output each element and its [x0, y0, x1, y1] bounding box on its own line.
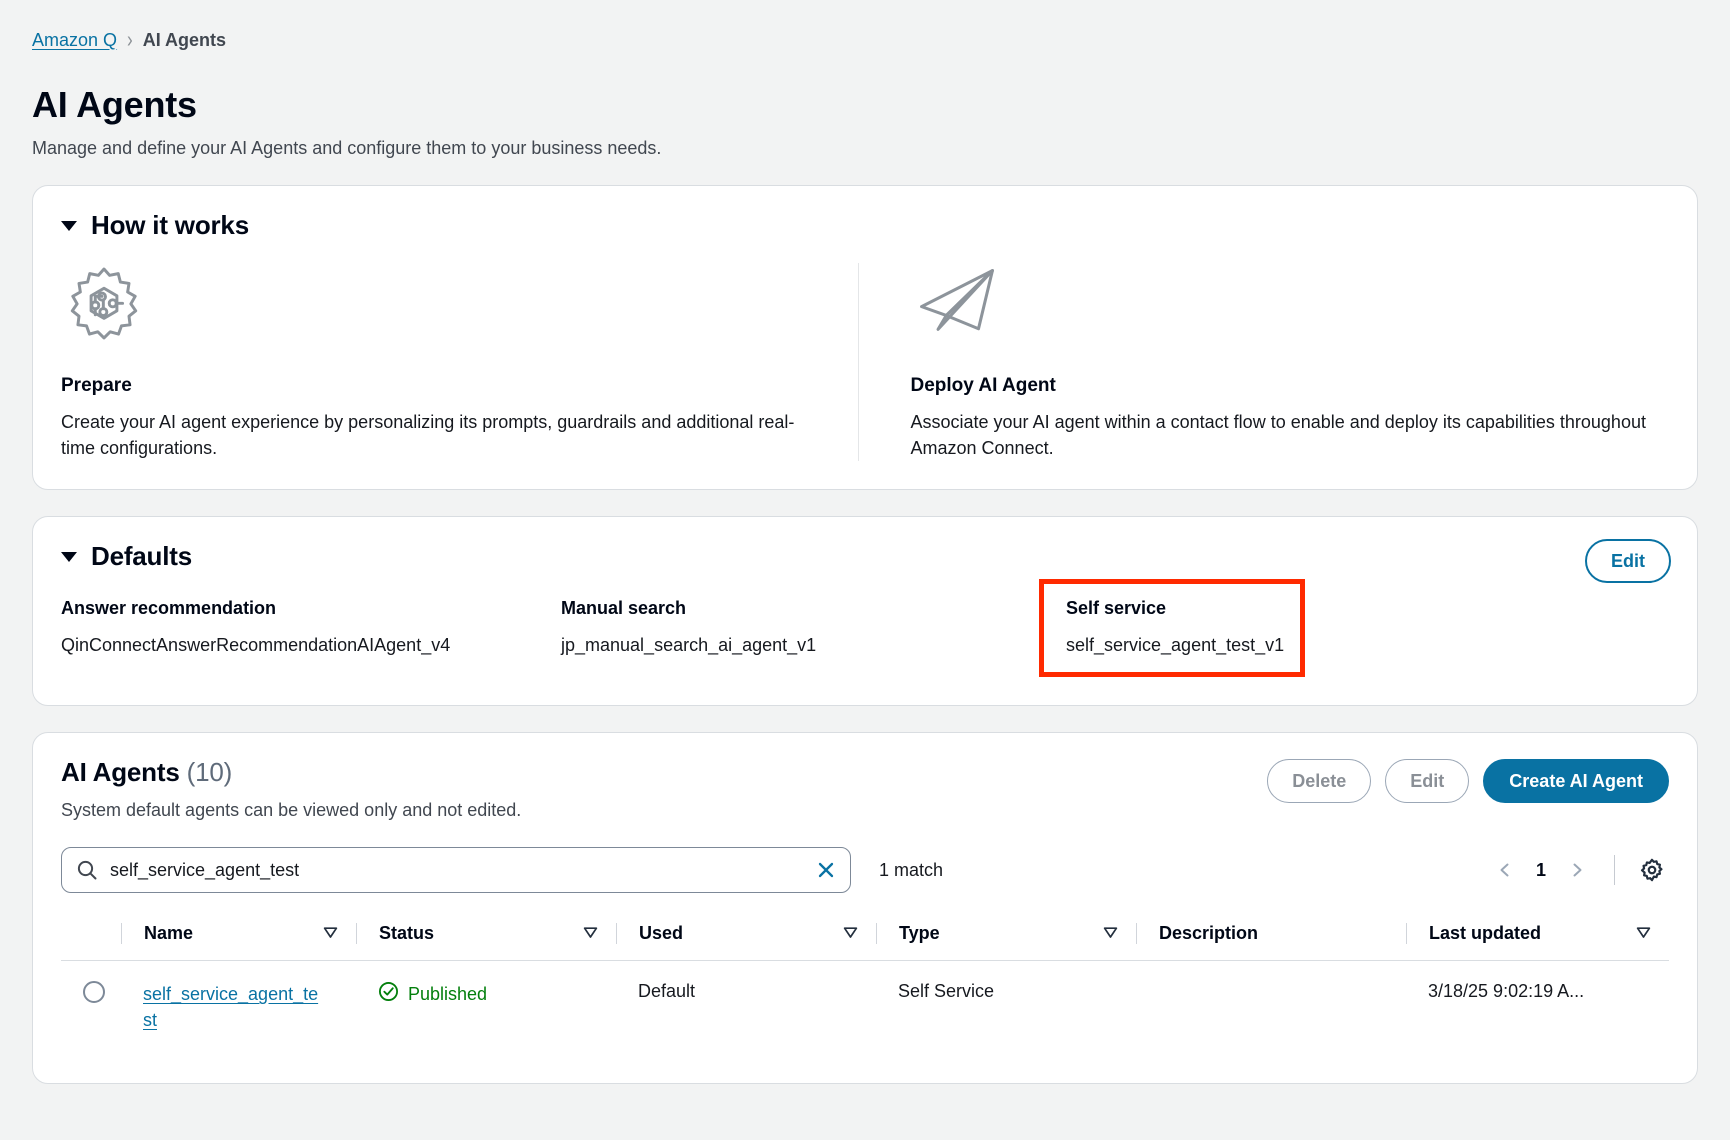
chevron-right-icon[interactable]	[1560, 853, 1594, 887]
how-it-works-item-prepare: Prepare Create your AI agent experience …	[61, 263, 858, 461]
column-label: Description	[1159, 923, 1259, 944]
status-text: Published	[408, 983, 488, 1004]
field-value: self_service_agent_test_v1	[1066, 635, 1285, 656]
gear-icon[interactable]	[1635, 853, 1669, 887]
how-it-works-title: How it works	[91, 210, 249, 240]
table-head: Name Status Used Type Description Last u…	[61, 915, 1669, 962]
page-root: Amazon Q › AI Agents AI Agents Manage an…	[0, 0, 1730, 1085]
ai-agents-panel-title: AI Agents (10)	[61, 757, 1267, 788]
page-title: AI Agents	[32, 84, 197, 125]
how-it-works-body: Create your AI agent experience by perso…	[61, 412, 795, 459]
collapse-caret-icon[interactable]	[61, 220, 77, 231]
match-count-text: 1 match	[879, 859, 944, 880]
cell-used: Default	[638, 981, 696, 1002]
create-ai-agent-button[interactable]: Create AI Agent	[1483, 759, 1669, 804]
search-input[interactable]: self_service_agent_test	[61, 847, 851, 894]
panel-count: (10)	[186, 757, 233, 788]
pagination: 1	[1488, 853, 1669, 887]
page-subtitle: Manage and define your AI Agents and con…	[32, 138, 662, 158]
row-radio-button[interactable]	[83, 981, 105, 1004]
sort-icon[interactable]	[843, 923, 876, 944]
how-it-works-card: How it works Prepare Create your AI agen…	[32, 185, 1698, 491]
paper-plane-icon	[911, 263, 1660, 355]
check-circle-icon	[378, 981, 399, 1007]
edit-button[interactable]: Edit	[1385, 759, 1470, 804]
chevron-left-icon[interactable]	[1488, 853, 1522, 887]
defaults-header: Defaults	[61, 541, 1669, 572]
column-label: Status	[379, 923, 435, 944]
column-label: Type	[899, 923, 940, 944]
column-header-used[interactable]: Used	[616, 915, 876, 962]
chevron-right-icon: ›	[127, 26, 133, 53]
ai-agents-table: Name Status Used Type Description Last u…	[61, 915, 1669, 1055]
filter-row: self_service_agent_test 1 match 1	[61, 847, 1669, 894]
column-label: Last updated	[1429, 923, 1542, 944]
cell-description	[1136, 961, 1406, 1056]
sort-icon[interactable]	[583, 923, 616, 944]
how-it-works-heading: Deploy AI Agent	[910, 375, 1056, 396]
field-value: jp_manual_search_ai_agent_v1	[561, 635, 817, 656]
defaults-field-manual-search: Manual search jp_manual_search_ai_agent_…	[561, 598, 1061, 677]
cell-status: Published	[356, 961, 616, 1056]
sort-icon[interactable]	[1636, 923, 1669, 944]
defaults-title: Defaults	[91, 541, 192, 572]
defaults-edit-button[interactable]: Edit	[1585, 539, 1671, 584]
panel-title-text: AI Agents	[61, 757, 180, 788]
column-label: Name	[144, 923, 194, 944]
breadcrumb-link-amazon-q[interactable]: Amazon Q	[32, 30, 117, 51]
defaults-grid: Answer recommendation QinConnectAnswerRe…	[61, 579, 1669, 678]
how-it-works-item-deploy: Deploy AI Agent Associate your AI agent …	[857, 263, 1670, 462]
field-value: QinConnectAnswerRecommendationAIAgent_v4	[61, 635, 451, 656]
how-it-works-body: Associate your AI agent within a contact…	[910, 412, 1646, 459]
collapse-caret-icon[interactable]	[61, 551, 77, 562]
ai-agents-panel-header: AI Agents (10) System default agents can…	[61, 757, 1669, 821]
table-row[interactable]: self_service_agent_test Published Defaul…	[61, 961, 1669, 1056]
row-select-cell	[61, 961, 121, 1056]
how-it-works-heading: Prepare	[61, 375, 132, 396]
delete-button[interactable]: Delete	[1267, 759, 1372, 804]
ai-agents-actions: Delete Edit Create AI Agent	[1267, 757, 1669, 804]
how-it-works-grid: Prepare Create your AI agent experience …	[61, 263, 1670, 462]
column-header-name[interactable]: Name	[121, 915, 356, 962]
divider	[1614, 855, 1615, 886]
sort-icon[interactable]	[323, 923, 356, 944]
table-header-row: Name Status Used Type Description Last u…	[61, 915, 1669, 962]
defaults-field-self-service: Self service self_service_agent_test_v1	[1039, 579, 1306, 678]
column-header-last-updated[interactable]: Last updated	[1406, 915, 1669, 962]
table-body: self_service_agent_test Published Defaul…	[61, 961, 1669, 1056]
select-column-header	[61, 915, 121, 962]
breadcrumb-current: AI Agents	[142, 29, 227, 50]
column-header-type[interactable]: Type	[876, 915, 1136, 962]
ai-agents-panel-subtitle: System default agents can be viewed only…	[61, 800, 522, 821]
gear-ai-icon	[61, 263, 810, 355]
pagination-page-1[interactable]: 1	[1526, 860, 1556, 881]
how-it-works-header: How it works	[61, 210, 1669, 241]
cell-type: Self Service	[898, 981, 995, 1002]
breadcrumb: Amazon Q › AI Agents	[32, 26, 1698, 54]
column-label: Used	[639, 923, 684, 944]
agent-name-link[interactable]: self_service_agent_test	[143, 981, 323, 1033]
sort-icon[interactable]	[1103, 923, 1136, 944]
column-header-status[interactable]: Status	[356, 915, 616, 962]
defaults-field-answer-recommendation: Answer recommendation QinConnectAnswerRe…	[61, 598, 561, 677]
defaults-edit-wrap: Edit	[1585, 539, 1671, 584]
column-header-description[interactable]: Description	[1136, 915, 1406, 962]
highlight-box: Self service self_service_agent_test_v1	[1039, 579, 1306, 678]
defaults-card: Defaults Edit Answer recommendation QinC…	[32, 516, 1698, 707]
field-label: Answer recommendation	[61, 598, 277, 619]
close-icon[interactable]	[808, 852, 844, 888]
ai-agents-table-card: AI Agents (10) System default agents can…	[32, 732, 1698, 1085]
status-badge: Published	[378, 981, 616, 1007]
field-label: Self service	[1066, 598, 1167, 619]
ai-agents-title-wrap: AI Agents (10) System default agents can…	[61, 757, 1267, 821]
field-label: Manual search	[561, 598, 687, 619]
cell-name: self_service_agent_test	[121, 961, 356, 1056]
search-input-value[interactable]: self_service_agent_test	[110, 860, 808, 881]
cell-last-updated: 3/18/25 9:02:19 A...	[1428, 981, 1585, 1002]
search-icon	[76, 859, 98, 881]
